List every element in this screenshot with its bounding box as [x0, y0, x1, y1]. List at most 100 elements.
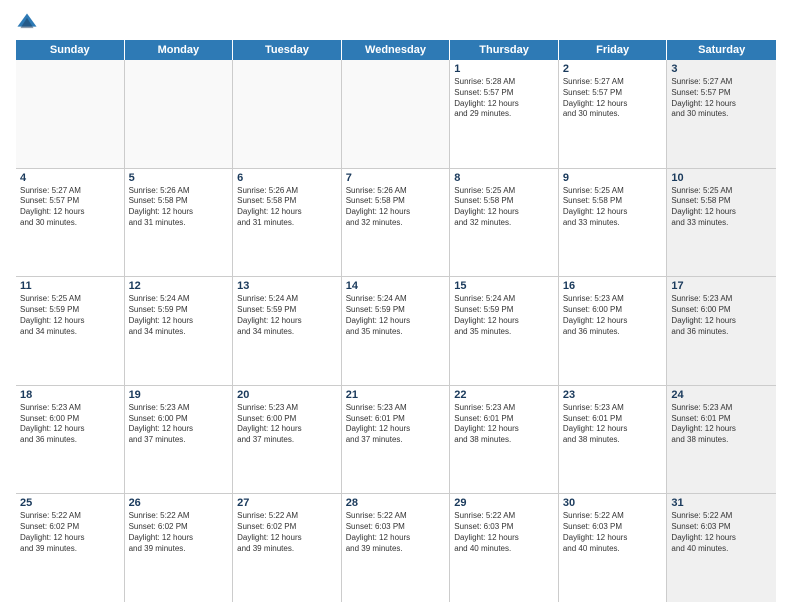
- day-number: 2: [563, 63, 663, 75]
- day-number: 10: [671, 172, 772, 184]
- day-cell-9: 9 Sunrise: 5:25 AM Sunset: 5:58 PM Daylig…: [559, 169, 668, 277]
- day-cell-15: 15 Sunrise: 5:24 AM Sunset: 5:59 PM Dayli…: [450, 277, 559, 385]
- header-day-thursday: Thursday: [450, 40, 559, 60]
- calendar-week-3: 11 Sunrise: 5:25 AM Sunset: 5:59 PM Dayli…: [16, 277, 776, 386]
- day-number: 1: [454, 63, 554, 75]
- day-number: 18: [20, 389, 120, 401]
- calendar: SundayMondayTuesdayWednesdayThursdayFrid…: [16, 40, 776, 602]
- day-cell-23: 23 Sunrise: 5:23 AM Sunset: 6:01 PM Dayli…: [559, 386, 668, 494]
- empty-cell: [16, 60, 125, 168]
- day-number: 3: [671, 63, 772, 75]
- day-cell-14: 14 Sunrise: 5:24 AM Sunset: 5:59 PM Dayli…: [342, 277, 451, 385]
- day-number: 4: [20, 172, 120, 184]
- cell-info: Sunrise: 5:25 AM Sunset: 5:58 PM Dayligh…: [671, 186, 772, 229]
- day-cell-26: 26 Sunrise: 5:22 AM Sunset: 6:02 PM Dayli…: [125, 494, 234, 602]
- header-day-monday: Monday: [125, 40, 234, 60]
- cell-info: Sunrise: 5:25 AM Sunset: 5:58 PM Dayligh…: [563, 186, 663, 229]
- cell-info: Sunrise: 5:28 AM Sunset: 5:57 PM Dayligh…: [454, 77, 554, 120]
- day-number: 25: [20, 497, 120, 509]
- day-number: 17: [671, 280, 772, 292]
- day-cell-18: 18 Sunrise: 5:23 AM Sunset: 6:00 PM Dayli…: [16, 386, 125, 494]
- day-number: 12: [129, 280, 229, 292]
- day-cell-21: 21Sunrise: 5:23 AM Sunset: 6:01 PM Dayli…: [342, 386, 451, 494]
- day-cell-8: 8Sunrise: 5:25 AM Sunset: 5:58 PM Daylig…: [450, 169, 559, 277]
- day-cell-5: 5 Sunrise: 5:26 AM Sunset: 5:58 PM Daylig…: [125, 169, 234, 277]
- day-number: 8: [454, 172, 554, 184]
- empty-cell: [342, 60, 451, 168]
- day-cell-17: 17 Sunrise: 5:23 AM Sunset: 6:00 PM Dayli…: [667, 277, 776, 385]
- day-cell-24: 24 Sunrise: 5:23 AM Sunset: 6:01 PM Dayli…: [667, 386, 776, 494]
- page: SundayMondayTuesdayWednesdayThursdayFrid…: [0, 0, 792, 612]
- day-cell-3: 3 Sunrise: 5:27 AM Sunset: 5:57 PM Daylig…: [667, 60, 776, 168]
- day-number: 26: [129, 497, 229, 509]
- day-cell-1: 1 Sunrise: 5:28 AM Sunset: 5:57 PM Daylig…: [450, 60, 559, 168]
- cell-info: Sunrise: 5:22 AM Sunset: 6:02 PM Dayligh…: [20, 511, 120, 554]
- cell-info: Sunrise: 5:26 AM Sunset: 5:58 PM Dayligh…: [346, 186, 446, 229]
- cell-info: Sunrise: 5:22 AM Sunset: 6:03 PM Dayligh…: [671, 511, 772, 554]
- day-cell-4: 4 Sunrise: 5:27 AM Sunset: 5:57 PM Daylig…: [16, 169, 125, 277]
- empty-cell: [125, 60, 234, 168]
- day-cell-13: 13Sunrise: 5:24 AM Sunset: 5:59 PM Dayli…: [233, 277, 342, 385]
- header-day-saturday: Saturday: [667, 40, 776, 60]
- cell-info: Sunrise: 5:23 AM Sunset: 6:01 PM Dayligh…: [346, 403, 446, 446]
- day-number: 30: [563, 497, 663, 509]
- cell-info: Sunrise: 5:24 AM Sunset: 5:59 PM Dayligh…: [346, 294, 446, 337]
- day-number: 31: [671, 497, 772, 509]
- day-number: 20: [237, 389, 337, 401]
- logo: [16, 12, 40, 34]
- cell-info: Sunrise: 5:27 AM Sunset: 5:57 PM Dayligh…: [20, 186, 120, 229]
- cell-info: Sunrise: 5:27 AM Sunset: 5:57 PM Dayligh…: [671, 77, 772, 120]
- cell-info: Sunrise: 5:23 AM Sunset: 6:00 PM Dayligh…: [129, 403, 229, 446]
- cell-info: Sunrise: 5:23 AM Sunset: 6:00 PM Dayligh…: [20, 403, 120, 446]
- header: [16, 12, 776, 34]
- day-number: 24: [671, 389, 772, 401]
- header-day-sunday: Sunday: [16, 40, 125, 60]
- day-cell-25: 25 Sunrise: 5:22 AM Sunset: 6:02 PM Dayli…: [16, 494, 125, 602]
- day-cell-11: 11 Sunrise: 5:25 AM Sunset: 5:59 PM Dayli…: [16, 277, 125, 385]
- header-day-wednesday: Wednesday: [342, 40, 451, 60]
- day-cell-29: 29 Sunrise: 5:22 AM Sunset: 6:03 PM Dayli…: [450, 494, 559, 602]
- cell-info: Sunrise: 5:23 AM Sunset: 6:00 PM Dayligh…: [671, 294, 772, 337]
- day-number: 6: [237, 172, 337, 184]
- logo-icon: [16, 12, 38, 34]
- header-day-tuesday: Tuesday: [233, 40, 342, 60]
- cell-info: Sunrise: 5:23 AM Sunset: 6:00 PM Dayligh…: [563, 294, 663, 337]
- calendar-week-5: 25 Sunrise: 5:22 AM Sunset: 6:02 PM Dayli…: [16, 494, 776, 602]
- calendar-week-4: 18 Sunrise: 5:23 AM Sunset: 6:00 PM Dayli…: [16, 386, 776, 495]
- cell-info: Sunrise: 5:27 AM Sunset: 5:57 PM Dayligh…: [563, 77, 663, 120]
- day-number: 9: [563, 172, 663, 184]
- day-cell-27: 27 Sunrise: 5:22 AM Sunset: 6:02 PM Dayli…: [233, 494, 342, 602]
- cell-info: Sunrise: 5:24 AM Sunset: 5:59 PM Dayligh…: [454, 294, 554, 337]
- empty-cell: [233, 60, 342, 168]
- cell-info: Sunrise: 5:22 AM Sunset: 6:02 PM Dayligh…: [237, 511, 337, 554]
- day-number: 16: [563, 280, 663, 292]
- cell-info: Sunrise: 5:23 AM Sunset: 6:01 PM Dayligh…: [563, 403, 663, 446]
- header-day-friday: Friday: [559, 40, 668, 60]
- cell-info: Sunrise: 5:24 AM Sunset: 5:59 PM Dayligh…: [129, 294, 229, 337]
- day-number: 29: [454, 497, 554, 509]
- day-number: 14: [346, 280, 446, 292]
- day-number: 23: [563, 389, 663, 401]
- day-number: 11: [20, 280, 120, 292]
- day-number: 27: [237, 497, 337, 509]
- cell-info: Sunrise: 5:23 AM Sunset: 6:01 PM Dayligh…: [671, 403, 772, 446]
- day-cell-7: 7Sunrise: 5:26 AM Sunset: 5:58 PM Daylig…: [342, 169, 451, 277]
- day-number: 28: [346, 497, 446, 509]
- cell-info: Sunrise: 5:23 AM Sunset: 6:00 PM Dayligh…: [237, 403, 337, 446]
- cell-info: Sunrise: 5:26 AM Sunset: 5:58 PM Dayligh…: [237, 186, 337, 229]
- cell-info: Sunrise: 5:22 AM Sunset: 6:03 PM Dayligh…: [454, 511, 554, 554]
- calendar-body: 1 Sunrise: 5:28 AM Sunset: 5:57 PM Daylig…: [16, 60, 776, 602]
- cell-info: Sunrise: 5:26 AM Sunset: 5:58 PM Dayligh…: [129, 186, 229, 229]
- cell-info: Sunrise: 5:25 AM Sunset: 5:59 PM Dayligh…: [20, 294, 120, 337]
- day-cell-12: 12 Sunrise: 5:24 AM Sunset: 5:59 PM Dayli…: [125, 277, 234, 385]
- calendar-header: SundayMondayTuesdayWednesdayThursdayFrid…: [16, 40, 776, 60]
- day-number: 15: [454, 280, 554, 292]
- day-number: 5: [129, 172, 229, 184]
- cell-info: Sunrise: 5:24 AM Sunset: 5:59 PM Dayligh…: [237, 294, 337, 337]
- day-number: 22: [454, 389, 554, 401]
- calendar-week-1: 1 Sunrise: 5:28 AM Sunset: 5:57 PM Daylig…: [16, 60, 776, 169]
- calendar-week-2: 4 Sunrise: 5:27 AM Sunset: 5:57 PM Daylig…: [16, 169, 776, 278]
- cell-info: Sunrise: 5:22 AM Sunset: 6:02 PM Dayligh…: [129, 511, 229, 554]
- day-cell-6: 6 Sunrise: 5:26 AM Sunset: 5:58 PM Daylig…: [233, 169, 342, 277]
- cell-info: Sunrise: 5:22 AM Sunset: 6:03 PM Dayligh…: [346, 511, 446, 554]
